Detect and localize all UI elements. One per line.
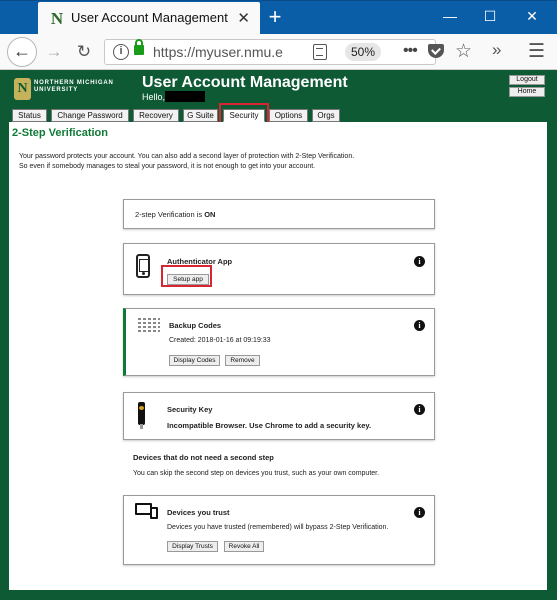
redacted-username	[165, 91, 205, 102]
display-trusts-button[interactable]: Display Trusts	[167, 541, 218, 552]
nmu-favicon-icon: N	[50, 9, 64, 28]
tab-g-suite[interactable]: G Suite	[183, 109, 218, 122]
security-key-message: Incompatible Browser. Use Chrome to add …	[167, 421, 372, 430]
site-info-icon[interactable]: i	[113, 44, 129, 60]
phone-icon	[136, 254, 150, 278]
main-content: 2-Step Verification Your password protec…	[9, 122, 547, 590]
reload-icon[interactable]: ↻	[74, 42, 94, 62]
backup-codes-title: Backup Codes	[169, 321, 222, 330]
browser-toolbar: ← → ↻ i https://myuser.nmu.e 50% ••• ☆ »…	[0, 34, 557, 70]
security-key-icon	[138, 402, 145, 429]
info-icon[interactable]: i	[414, 404, 425, 415]
page-title: User Account Management	[142, 74, 348, 91]
back-icon[interactable]: ←	[7, 37, 37, 67]
trusted-devices-title: Devices you trust	[167, 508, 230, 517]
intro-line-1: Your password protects your account. You…	[19, 153, 355, 160]
lock-icon	[134, 39, 144, 55]
tab-change-password[interactable]: Change Password	[51, 109, 129, 122]
revoke-all-button[interactable]: Revoke All	[224, 541, 264, 552]
intro-line-2: So even if somebody manages to steal you…	[19, 163, 316, 170]
backup-codes-icon	[138, 318, 160, 332]
intro-text: Your password protects your account. You…	[19, 152, 354, 172]
url-text[interactable]: https://myuser.nmu.e	[153, 44, 283, 60]
bookmark-star-icon[interactable]: ☆	[455, 40, 472, 63]
home-button[interactable]: Home	[509, 87, 545, 97]
tab-title: User Account Management	[71, 10, 228, 25]
browser-tab[interactable]: N User Account Management ✕	[38, 2, 260, 35]
trusted-devices-card: Devices you trust i Devices you have tru…	[123, 495, 435, 565]
greeting: Hello,	[142, 92, 166, 102]
devices-icon	[135, 503, 158, 521]
minimize-icon[interactable]: —	[440, 8, 460, 24]
overflow-chevron-icon[interactable]: »	[492, 40, 501, 60]
setup-app-highlight	[161, 265, 212, 287]
forward-icon[interactable]: →	[44, 42, 64, 62]
page-background: N NORTHERN MICHIGAN UNIVERSITY User Acco…	[0, 70, 557, 600]
tab-options[interactable]: Options	[269, 109, 308, 122]
logo-line-2: UNIVERSITY	[34, 87, 79, 93]
address-bar[interactable]: i https://myuser.nmu.e 50% •••	[104, 39, 436, 65]
hamburger-menu-icon[interactable]: ☰	[528, 40, 545, 63]
devices-description: You can skip the second step on devices …	[133, 470, 380, 477]
security-key-title: Security Key	[167, 405, 213, 414]
logout-button[interactable]: Logout	[509, 75, 545, 85]
info-icon[interactable]: i	[414, 256, 425, 267]
maximize-icon[interactable]: ☐	[480, 8, 500, 25]
pocket-icon[interactable]	[428, 44, 444, 58]
new-tab-icon[interactable]: +	[264, 5, 286, 29]
status-card: 2-step Verification is ON	[123, 199, 435, 229]
browser-titlebar: N User Account Management ✕ + — ☐ ✕	[0, 0, 557, 35]
status-state: ON	[204, 210, 216, 219]
section-title: 2-Step Verification	[12, 127, 108, 139]
logo-line-1: NORTHERN MICHIGAN	[34, 80, 114, 86]
display-codes-button[interactable]: Display Codes	[169, 355, 220, 366]
tab-orgs[interactable]: Orgs	[312, 109, 340, 122]
tab-status[interactable]: Status	[12, 109, 47, 122]
remove-button[interactable]: Remove	[225, 355, 260, 366]
close-tab-icon[interactable]: ✕	[237, 9, 250, 27]
reader-view-icon[interactable]	[313, 44, 327, 60]
university-logo-text: NORTHERN MICHIGAN UNIVERSITY	[34, 80, 114, 94]
tab-recovery[interactable]: Recovery	[133, 109, 179, 122]
zoom-level[interactable]: 50%	[345, 43, 381, 61]
backup-codes-card: Backup Codes i Created: 2018-01-16 at 09…	[123, 308, 435, 376]
security-key-card: Security Key i Incompatible Browser. Use…	[123, 392, 435, 440]
trusted-devices-description: Devices you have trusted (remembered) wi…	[167, 524, 389, 531]
status-prefix: 2-step Verification is	[135, 210, 205, 219]
nmu-logo-icon: N	[14, 78, 31, 100]
backup-codes-created: Created: 2018-01-16 at 09:19:33	[169, 337, 271, 344]
info-icon[interactable]: i	[414, 507, 425, 518]
status-text: 2-step Verification is ON	[135, 210, 215, 219]
close-window-icon[interactable]: ✕	[522, 8, 542, 25]
devices-heading: Devices that do not need a second step	[133, 453, 274, 462]
page-actions-icon[interactable]: •••	[403, 42, 418, 60]
info-icon[interactable]: i	[414, 320, 425, 331]
